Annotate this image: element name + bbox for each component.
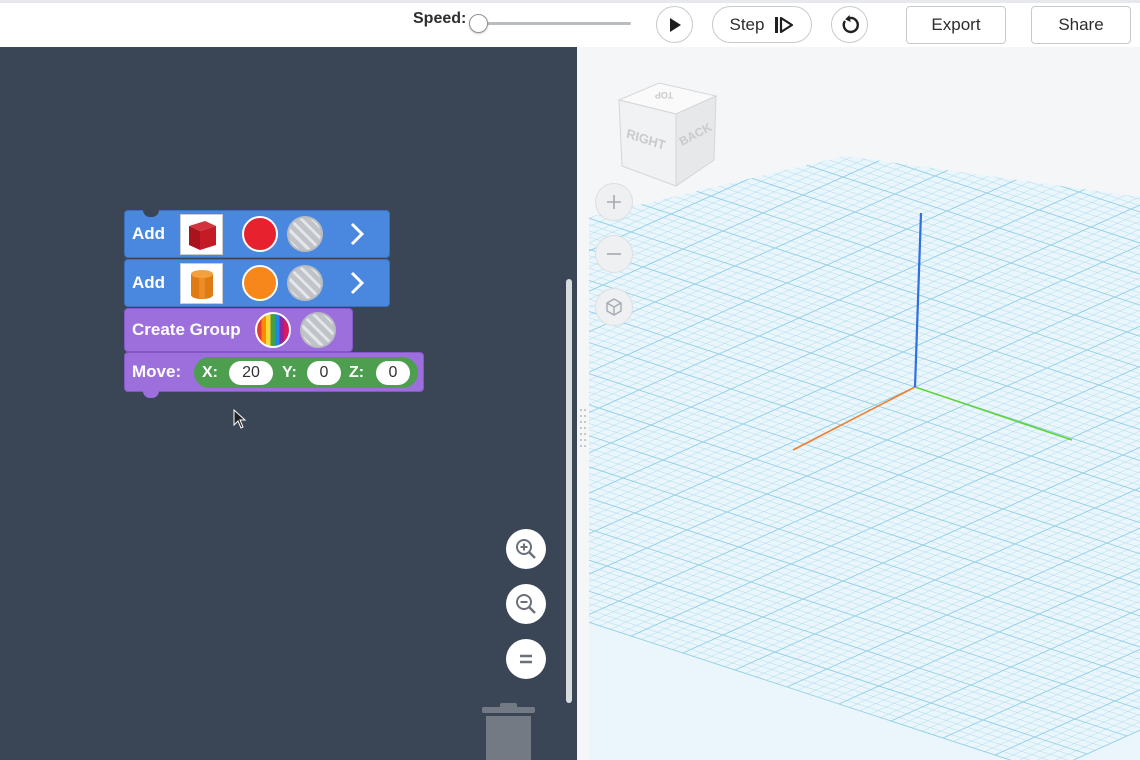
block-notch	[143, 210, 159, 217]
hole-toggle-swatch[interactable]	[287, 265, 323, 301]
play-button[interactable]	[656, 6, 693, 43]
viewport-home-button[interactable]	[595, 288, 633, 326]
trash-icon[interactable]	[481, 703, 536, 760]
color-swatch-multicolor[interactable]	[255, 312, 291, 348]
create-group-label: Create Group	[132, 320, 241, 339]
zoom-out-button[interactable]	[506, 584, 546, 624]
color-swatch-red[interactable]	[242, 216, 278, 252]
shape-picker-cylinder[interactable]	[180, 263, 223, 304]
x-input[interactable]: 20	[229, 361, 273, 385]
speed-slider-thumb[interactable]	[469, 14, 488, 33]
play-icon	[669, 17, 681, 32]
zoom-reset-button[interactable]	[506, 639, 546, 679]
top-toolbar: Speed: Step Export Share	[0, 0, 1140, 47]
reset-button[interactable]	[831, 6, 868, 43]
hole-toggle-swatch[interactable]	[287, 216, 323, 252]
minus-icon	[607, 253, 621, 255]
view-cube-icon: TOP RIGHT BACK	[617, 82, 718, 187]
viewport-zoom-in-button[interactable]	[595, 183, 633, 221]
hole-toggle-swatch[interactable]	[300, 312, 336, 348]
x-label: X:	[202, 363, 218, 381]
viewport-zoom-out-button[interactable]	[595, 235, 633, 273]
step-button-label: Step	[729, 14, 765, 34]
y-input[interactable]: 0	[307, 361, 341, 385]
share-button[interactable]: Share	[1031, 6, 1131, 44]
y-label: Y:	[282, 363, 297, 381]
zoom-in-icon	[516, 539, 536, 559]
reset-icon	[842, 14, 859, 33]
export-button[interactable]: Export	[906, 6, 1006, 44]
color-swatch-orange[interactable]	[242, 265, 278, 301]
add-block-label: Add	[132, 224, 166, 243]
speed-slider-track[interactable]	[478, 22, 631, 25]
drag-handle-icon	[580, 409, 586, 447]
equals-icon	[520, 654, 532, 664]
create-group-block[interactable]: Create Group	[124, 308, 353, 352]
chevron-right-icon[interactable]	[347, 270, 367, 296]
speed-label: Speed:	[413, 10, 467, 27]
red-cube-icon	[188, 220, 216, 250]
z-input[interactable]: 0	[376, 361, 410, 385]
chevron-right-icon[interactable]	[347, 221, 367, 247]
move-block[interactable]: Move: X: 20 Y: 0 Z: 0	[124, 352, 424, 398]
code-block-workspace[interactable]: Add Add Create Group Move: X: 20 Y: 0 Z:…	[0, 47, 577, 760]
zoom-out-icon	[516, 594, 536, 614]
block-notch	[143, 391, 159, 398]
view-cube[interactable]: TOP RIGHT BACK	[612, 80, 724, 190]
add-block-orange-cylinder[interactable]: Add	[124, 259, 390, 307]
orange-cylinder-icon	[190, 269, 213, 299]
zoom-in-button[interactable]	[506, 529, 546, 569]
home-view-cube-icon	[606, 298, 622, 316]
step-button[interactable]: Step	[712, 6, 812, 43]
shape-picker-box[interactable]	[180, 214, 223, 255]
plus-icon	[607, 195, 621, 209]
z-label: Z:	[349, 363, 365, 381]
panel-resize-handle[interactable]	[579, 407, 587, 449]
step-forward-icon	[775, 16, 794, 33]
move-block-label: Move:	[132, 362, 182, 381]
workspace-scrollbar[interactable]	[566, 279, 572, 703]
add-block-label: Add	[132, 273, 166, 292]
view-cube-top-label: TOP	[655, 90, 673, 100]
move-coordinates: X: 20 Y: 0 Z: 0	[194, 357, 418, 388]
mouse-cursor-icon	[233, 409, 247, 429]
add-block-red-box[interactable]: Add	[124, 210, 390, 258]
